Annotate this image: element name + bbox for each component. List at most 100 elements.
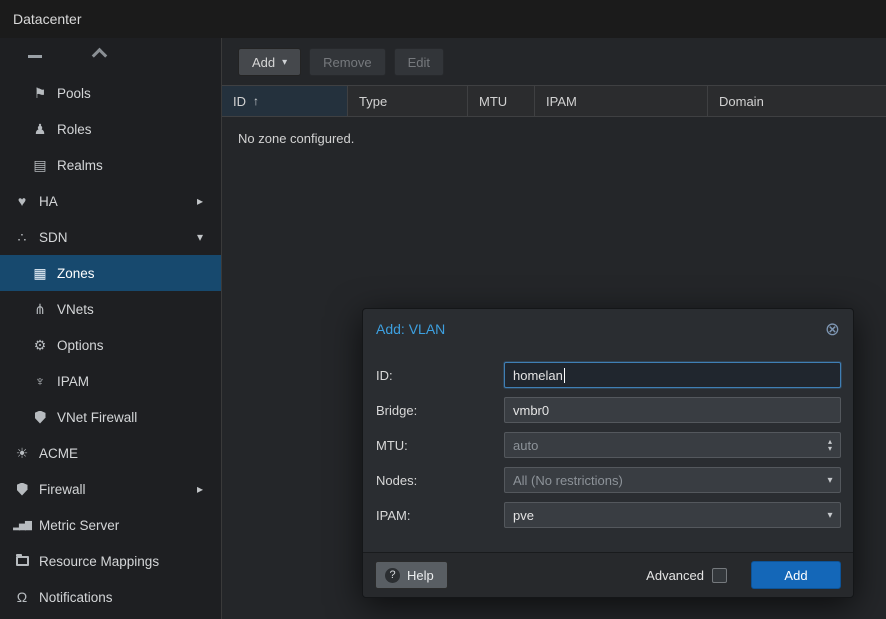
text-cursor — [564, 368, 565, 383]
help-button[interactable]: ? Help — [375, 561, 448, 589]
dialog-header[interactable]: Add: VLAN ⊗ — [363, 309, 853, 349]
topbar: Datacenter — [0, 0, 886, 38]
column-header-ipam[interactable]: IPAM — [535, 86, 708, 116]
mtu-field-label: MTU: — [376, 438, 504, 453]
zones-table-header: ID ↑ Type MTU IPAM Domain — [222, 85, 886, 117]
sidebar-item-metric-server[interactable]: ▂▅▇ Metric Server — [0, 507, 221, 543]
certificate-icon: ☀ — [12, 445, 32, 462]
ipam-select-value: pve — [513, 508, 534, 523]
form-row-mtu: MTU: auto ▴ ▾ — [376, 432, 841, 458]
close-icon[interactable]: ⊗ — [825, 320, 840, 338]
nodes-placeholder: All (No restrictions) — [513, 473, 623, 488]
mtu-spinner-input[interactable]: auto ▴ ▾ — [504, 432, 841, 458]
sidebar-item-vnet-firewall[interactable]: VNet Firewall — [0, 399, 221, 435]
dropdown-caret-icon[interactable]: ▾ — [820, 503, 840, 527]
sidebar-item-notifications[interactable]: Ω Notifications — [0, 579, 221, 615]
bell-icon: Ω — [12, 589, 32, 605]
sidebar-item-label: Realms — [57, 158, 221, 173]
column-header-mtu[interactable]: MTU — [468, 86, 535, 116]
bar-chart-icon: ▂▅▇ — [13, 520, 31, 531]
sidebar-item-acme[interactable]: ☀ ACME — [0, 435, 221, 471]
sidebar-item-label: SDN — [39, 230, 197, 245]
ipam-select[interactable]: pve ▾ — [504, 502, 841, 528]
number-spinner-icon[interactable]: ▴ ▾ — [820, 433, 840, 457]
column-header-id[interactable]: ID ↑ — [222, 86, 348, 116]
sidebar-item-label: Notifications — [39, 590, 221, 605]
form-row-bridge: Bridge: vmbr0 — [376, 397, 841, 423]
advanced-checkbox[interactable] — [712, 568, 727, 583]
shield-icon — [35, 411, 46, 424]
sidebar-item-vnets[interactable]: ⋔ VNets — [0, 291, 221, 327]
submit-add-button[interactable]: Add — [751, 561, 841, 589]
sidebar-item-pools[interactable]: ⚑ Pools — [0, 75, 221, 111]
sidebar-item-sdn[interactable]: ∴ SDN ▾ — [0, 219, 221, 255]
nodes-field-label: Nodes: — [376, 473, 504, 488]
sidebar-item-label: Zones — [57, 266, 221, 281]
question-icon: ? — [385, 568, 400, 583]
spinner-down-icon[interactable]: ▾ — [828, 445, 832, 452]
sidebar-item-partial[interactable] — [0, 38, 221, 75]
empty-table-message: No zone configured. — [222, 117, 886, 146]
sidebar-item-label: Options — [57, 338, 221, 353]
id-field-label: ID: — [376, 368, 504, 383]
sidebar-item-options[interactable]: ⚙ Options — [0, 327, 221, 363]
bridge-field-label: Bridge: — [376, 403, 504, 418]
expand-right-icon[interactable]: ▸ — [197, 482, 221, 496]
sidebar-item-ha[interactable]: ♥ HA ▸ — [0, 183, 221, 219]
add-zone-button[interactable]: Add ▾ — [238, 48, 301, 76]
dialog-body: ID: homelan Bridge: vmbr0 MTU: auto ▴ — [363, 349, 853, 552]
bridge-input-value: vmbr0 — [513, 403, 549, 418]
sidebar-item-label: VNet Firewall — [57, 410, 221, 425]
ipam-field-label: IPAM: — [376, 508, 504, 523]
id-input[interactable]: homelan — [504, 362, 841, 388]
sidebar-item-label: Resource Mappings — [39, 554, 221, 569]
sidebar-item-zones[interactable]: ▦ Zones — [0, 255, 221, 291]
collapse-down-icon[interactable]: ▾ — [197, 230, 221, 244]
mtu-placeholder: auto — [513, 438, 538, 453]
user-icon: ♟ — [30, 121, 50, 138]
sidebar-item-label: Roles — [57, 122, 221, 137]
column-header-domain[interactable]: Domain — [708, 86, 886, 116]
sidebar-item-label: VNets — [57, 302, 221, 317]
form-row-nodes: Nodes: All (No restrictions) ▾ — [376, 467, 841, 493]
form-row-ipam: IPAM: pve ▾ — [376, 502, 841, 528]
add-zone-button-label: Add — [252, 55, 275, 70]
add-vlan-dialog: Add: VLAN ⊗ ID: homelan Bridge: vmbr0 MT… — [362, 308, 854, 598]
truncated-icon — [28, 55, 42, 58]
caret-down-icon: ▾ — [282, 57, 287, 68]
sidebar-item-roles[interactable]: ♟ Roles — [0, 111, 221, 147]
help-button-label: Help — [407, 568, 434, 583]
sidebar-item-label: Firewall — [39, 482, 197, 497]
nodes-select[interactable]: All (No restrictions) ▾ — [504, 467, 841, 493]
grid-icon: ▦ — [30, 265, 50, 282]
sort-ascending-icon: ↑ — [253, 94, 259, 108]
shield-icon — [17, 483, 28, 496]
page-title: Datacenter — [13, 11, 81, 27]
remove-zone-button[interactable]: Remove — [309, 48, 385, 76]
bridge-input[interactable]: vmbr0 — [504, 397, 841, 423]
address-book-icon: ▤ — [30, 157, 50, 174]
dialog-footer: ? Help Advanced Add — [363, 552, 853, 597]
tags-icon: ⚑ — [30, 85, 50, 102]
folder-icon — [16, 556, 29, 566]
dropdown-caret-icon[interactable]: ▾ — [820, 468, 840, 492]
sidebar-item-label: Pools — [57, 86, 221, 101]
gear-icon: ⚙ — [30, 337, 50, 354]
column-header-type[interactable]: Type — [348, 86, 468, 116]
sidebar-item-label: Metric Server — [39, 518, 221, 533]
sidebar-item-ipam[interactable]: ♆ IPAM — [0, 363, 221, 399]
chevron-up-icon — [92, 48, 108, 64]
sidebar-item-firewall[interactable]: Firewall ▸ — [0, 471, 221, 507]
expand-right-icon[interactable]: ▸ — [197, 194, 221, 208]
edit-zone-button[interactable]: Edit — [394, 48, 444, 76]
ipam-icon: ♆ — [30, 373, 50, 389]
zones-toolbar: Add ▾ Remove Edit — [222, 38, 886, 85]
sdn-network-icon: ∴ — [12, 229, 32, 246]
sidebar-item-label: ACME — [39, 446, 221, 461]
id-input-value: homelan — [513, 368, 563, 383]
sidebar-item-resource-mappings[interactable]: Resource Mappings — [0, 543, 221, 579]
sidebar-item-realms[interactable]: ▤ Realms — [0, 147, 221, 183]
sidebar-item-label: IPAM — [57, 374, 221, 389]
proxmox-datacenter-screen: Datacenter ⚑ Pools ♟ Roles ▤ Realms ♥ — [0, 0, 886, 619]
sidebar-item-label: HA — [39, 194, 197, 209]
